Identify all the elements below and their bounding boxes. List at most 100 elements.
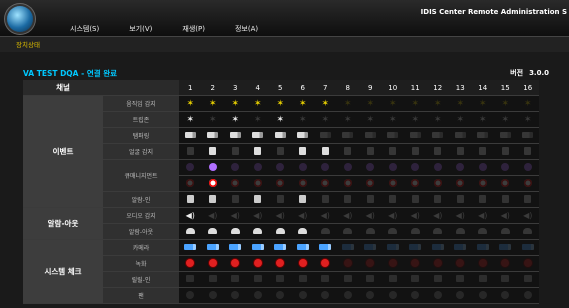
status-cell[interactable]: ✶ <box>291 111 314 128</box>
status-cell[interactable]: ✶ <box>359 95 382 112</box>
status-cell[interactable] <box>314 159 337 176</box>
status-cell[interactable] <box>381 159 404 176</box>
status-cell[interactable]: ✶ <box>516 111 539 128</box>
status-cell[interactable] <box>449 159 472 176</box>
status-cell[interactable]: ◀) <box>449 207 472 224</box>
status-cell[interactable] <box>449 271 472 288</box>
status-cell[interactable] <box>291 175 314 192</box>
status-cell[interactable] <box>201 191 224 208</box>
status-cell[interactable] <box>381 287 404 304</box>
status-cell[interactable] <box>516 287 539 304</box>
status-cell[interactable] <box>359 287 382 304</box>
status-cell[interactable] <box>359 127 382 144</box>
status-cell[interactable] <box>381 255 404 272</box>
status-cell[interactable] <box>471 143 494 160</box>
status-cell[interactable] <box>494 287 517 304</box>
status-cell[interactable] <box>291 239 314 256</box>
status-cell[interactable]: ✶ <box>224 111 247 128</box>
status-cell[interactable] <box>201 175 224 192</box>
status-cell[interactable] <box>359 159 382 176</box>
status-cell[interactable] <box>426 255 449 272</box>
status-cell[interactable] <box>471 175 494 192</box>
status-cell[interactable] <box>224 239 247 256</box>
status-cell[interactable] <box>314 175 337 192</box>
status-cell[interactable] <box>516 175 539 192</box>
status-cell[interactable]: ◀) <box>471 207 494 224</box>
menu-info[interactable]: 정보(A) <box>235 24 258 34</box>
status-cell[interactable] <box>201 143 224 160</box>
status-cell[interactable] <box>449 127 472 144</box>
status-cell[interactable] <box>516 255 539 272</box>
menu-system[interactable]: 시스템(S) <box>70 24 99 34</box>
status-cell[interactable] <box>269 175 292 192</box>
status-cell[interactable] <box>269 223 292 240</box>
status-cell[interactable] <box>404 239 427 256</box>
status-cell[interactable]: ✶ <box>314 95 337 112</box>
status-cell[interactable] <box>404 271 427 288</box>
status-cell[interactable] <box>179 223 202 240</box>
status-cell[interactable] <box>404 143 427 160</box>
status-cell[interactable]: ◀) <box>404 207 427 224</box>
status-cell[interactable]: ✶ <box>426 95 449 112</box>
status-cell[interactable] <box>336 271 359 288</box>
status-cell[interactable] <box>494 159 517 176</box>
status-cell[interactable]: ◀) <box>179 207 202 224</box>
status-cell[interactable]: ◀) <box>359 207 382 224</box>
status-cell[interactable] <box>426 239 449 256</box>
status-cell[interactable] <box>494 143 517 160</box>
status-cell[interactable] <box>269 127 292 144</box>
status-cell[interactable] <box>494 223 517 240</box>
status-cell[interactable]: ✶ <box>246 95 269 112</box>
menu-playback[interactable]: 재생(P) <box>182 24 205 34</box>
status-cell[interactable]: ✶ <box>494 111 517 128</box>
status-cell[interactable] <box>426 287 449 304</box>
status-cell[interactable]: ◀) <box>314 207 337 224</box>
status-cell[interactable] <box>404 191 427 208</box>
status-cell[interactable] <box>314 143 337 160</box>
status-cell[interactable] <box>224 223 247 240</box>
status-cell[interactable] <box>201 239 224 256</box>
status-cell[interactable] <box>336 287 359 304</box>
status-cell[interactable]: ✶ <box>449 111 472 128</box>
status-cell[interactable] <box>471 191 494 208</box>
status-cell[interactable] <box>449 239 472 256</box>
status-cell[interactable] <box>426 143 449 160</box>
status-cell[interactable] <box>246 271 269 288</box>
status-cell[interactable] <box>426 127 449 144</box>
status-cell[interactable] <box>426 159 449 176</box>
status-cell[interactable] <box>291 191 314 208</box>
status-cell[interactable] <box>381 143 404 160</box>
status-cell[interactable] <box>359 271 382 288</box>
status-cell[interactable]: ◀) <box>201 207 224 224</box>
status-cell[interactable]: ◀) <box>246 207 269 224</box>
status-cell[interactable] <box>179 175 202 192</box>
status-cell[interactable] <box>246 143 269 160</box>
status-cell[interactable] <box>381 239 404 256</box>
status-cell[interactable]: ✶ <box>471 95 494 112</box>
status-cell[interactable] <box>269 143 292 160</box>
status-cell[interactable] <box>246 287 269 304</box>
status-cell[interactable] <box>494 127 517 144</box>
status-cell[interactable] <box>471 287 494 304</box>
status-cell[interactable] <box>201 159 224 176</box>
status-cell[interactable] <box>224 255 247 272</box>
status-cell[interactable] <box>336 159 359 176</box>
status-cell[interactable] <box>291 143 314 160</box>
status-cell[interactable] <box>404 223 427 240</box>
status-cell[interactable] <box>224 143 247 160</box>
status-cell[interactable] <box>179 143 202 160</box>
status-cell[interactable] <box>336 143 359 160</box>
status-cell[interactable] <box>336 127 359 144</box>
status-cell[interactable] <box>449 223 472 240</box>
status-cell[interactable] <box>224 175 247 192</box>
status-cell[interactable] <box>269 191 292 208</box>
status-cell[interactable]: ✶ <box>449 95 472 112</box>
status-cell[interactable] <box>179 287 202 304</box>
status-cell[interactable]: ✶ <box>336 111 359 128</box>
status-cell[interactable] <box>179 271 202 288</box>
status-cell[interactable] <box>404 175 427 192</box>
status-cell[interactable]: ◀) <box>381 207 404 224</box>
status-cell[interactable]: ✶ <box>404 111 427 128</box>
status-cell[interactable] <box>179 127 202 144</box>
status-cell[interactable] <box>516 159 539 176</box>
